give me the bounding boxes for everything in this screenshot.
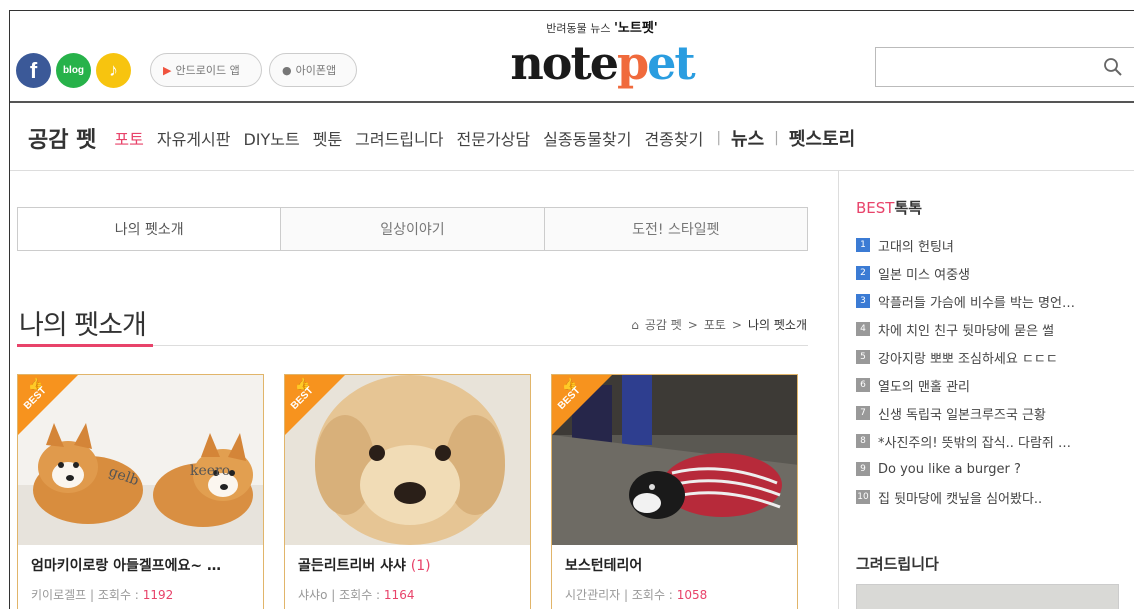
site-header: f blog ♪ ▶ 안드로이드 앱 ● 아이폰앱 반려동물 뉴스 '노트펫' … — [10, 11, 1134, 103]
page-frame: f blog ♪ ▶ 안드로이드 앱 ● 아이폰앱 반려동물 뉴스 '노트펫' … — [9, 10, 1134, 609]
list-item[interactable]: 1 고대의 헌팅녀 — [856, 231, 1124, 259]
facebook-icon[interactable]: f — [16, 53, 51, 88]
right-sidebar: BEST톡톡 1 고대의 헌팅녀 2 일본 미스 여중생 3 악플러들 가슴에 비수를… — [838, 171, 1134, 609]
breadcrumb-separator: > — [731, 317, 742, 332]
card-title[interactable]: 엄마키이로랑 아들겔프에요~ … — [31, 555, 221, 575]
nav-item-draw[interactable]: 그려드립니다 — [355, 126, 443, 150]
card-title[interactable]: 보스턴테리어 — [565, 555, 642, 575]
card-views: 1058 — [676, 588, 708, 602]
blog-icon[interactable]: blog — [56, 53, 91, 88]
nav-item-missing[interactable]: 실종동물찾기 — [543, 126, 631, 150]
card-image[interactable]: gelb keero 👍 BEST — [18, 375, 263, 545]
logo-tagline: 반려동물 뉴스 '노트펫' — [546, 21, 658, 36]
tab-style-pet[interactable]: 도전! 스타일펫 — [544, 208, 807, 250]
card-title[interactable]: 골든리트리버 샤샤 (1) — [298, 555, 431, 575]
photo-card[interactable]: gelb keero 👍 BEST 엄마키이로랑 아들겔프에요~ … 키이로겔프… — [17, 374, 264, 609]
rank-badge: 3 — [856, 294, 870, 308]
list-item[interactable]: 8 *사진주의! 뜻밖의 잡식.. 다람쥐 … — [856, 427, 1124, 455]
site-logo[interactable]: 반려동물 뉴스 '노트펫' notepet — [492, 17, 712, 88]
nav-item-breed[interactable]: 견종찾기 — [644, 126, 703, 150]
apple-icon: ● — [282, 63, 292, 77]
kakao-story-icon[interactable]: ♪ — [96, 53, 131, 88]
breadcrumb-item[interactable]: 포토 — [704, 316, 726, 333]
search-button[interactable] — [1092, 48, 1134, 86]
card-views: 1192 — [142, 588, 174, 602]
card-image[interactable]: 👍 BEST — [552, 375, 797, 545]
breadcrumb-item[interactable]: 공감 펫 — [645, 316, 682, 333]
page-title: 나의 펫소개 — [19, 310, 147, 341]
photo-card[interactable]: 👍 BEST 보스턴테리어 시간관리자 | 조회수 : 1058 — [551, 374, 798, 609]
list-item[interactable]: 2 일본 미스 여중생 — [856, 259, 1124, 287]
list-item[interactable]: 6 열도의 맨홀 관리 — [856, 371, 1124, 399]
list-item[interactable]: 4 차에 치인 친구 뒷마당에 묻은 썰 — [856, 315, 1124, 343]
nav-separator: | — [716, 129, 722, 146]
rank-badge: 9 — [856, 462, 870, 476]
card-meta: 샤샤o | 조회수 : 1164 — [298, 588, 415, 602]
list-item[interactable]: 10 집 뒷마당에 캣닢을 심어봤다.. — [856, 483, 1124, 511]
nav-item-photo[interactable]: 포토 — [114, 126, 143, 150]
list-item[interactable]: 3 악플러들 가슴에 비수를 박는 명언… — [856, 287, 1124, 315]
card-meta: 시간관리자 | 조회수 : 1058 — [565, 588, 708, 602]
search-icon — [1104, 58, 1122, 76]
breadcrumb-separator: > — [687, 317, 698, 332]
rank-badge: 4 — [856, 322, 870, 336]
nav-news[interactable]: 뉴스 — [731, 125, 764, 151]
card-image[interactable]: 👍 BEST — [285, 375, 530, 545]
list-item[interactable]: 7 신생 독립국 일본크루즈국 근황 — [856, 399, 1124, 427]
play-icon: ▶ — [163, 63, 172, 77]
nav-item-consult[interactable]: 전문가상담 — [457, 126, 531, 150]
iphone-app-button[interactable]: ● 아이폰앱 — [269, 53, 357, 87]
draw-thumbnail[interactable] — [856, 584, 1119, 609]
title-underline — [17, 344, 153, 347]
rank-badge: 7 — [856, 406, 870, 420]
nav-item-board[interactable]: 자유게시판 — [157, 126, 231, 150]
photo-card[interactable]: 👍 BEST 골든리트리버 샤샤 (1) 샤샤o | 조회수 : 1164 — [284, 374, 531, 609]
card-meta: 키이로겔프 | 조회수 : 1192 — [31, 588, 174, 602]
tab-daily[interactable]: 일상이야기 — [281, 208, 545, 250]
rank-badge: 2 — [856, 266, 870, 280]
card-views: 1164 — [383, 588, 415, 602]
android-app-button[interactable]: ▶ 안드로이드 앱 — [150, 53, 262, 87]
rank-badge: 5 — [856, 350, 870, 364]
best-talk-list: 1 고대의 헌팅녀 2 일본 미스 여중생 3 악플러들 가슴에 비수를 박는 명언…… — [856, 231, 1124, 511]
nav-separator: | — [774, 129, 779, 146]
home-icon: ⌂ — [631, 317, 639, 332]
best-talk-title: BEST톡톡 — [856, 199, 923, 217]
breadcrumb-current: 나의 펫소개 — [747, 318, 807, 332]
draw-section-title: 그려드립니다 — [856, 555, 939, 573]
search-input[interactable] — [876, 48, 1092, 86]
rank-badge: 1 — [856, 238, 870, 252]
search-box — [875, 47, 1134, 87]
list-item[interactable]: 5 강아지랑 뽀뽀 조심하세요 ㄷㄷㄷ — [856, 343, 1124, 371]
android-app-label: 안드로이드 앱 — [175, 64, 240, 77]
logo-wordmark: notepet — [510, 36, 695, 90]
comment-count: (1) — [410, 558, 431, 574]
svg-text:keero: keero — [190, 463, 230, 479]
rank-badge: 10 — [856, 490, 870, 504]
nav-item-diy[interactable]: DIY노트 — [243, 126, 299, 150]
nav-item-toon[interactable]: 펫툰 — [313, 126, 342, 150]
card-author: 샤샤o — [298, 588, 328, 602]
list-item[interactable]: 9 Do you like a burger ? — [856, 455, 1124, 483]
breadcrumb: ⌂ 공감 펫 > 포토 > 나의 펫소개 — [631, 316, 807, 333]
rank-badge: 8 — [856, 434, 870, 448]
nav-story[interactable]: 펫스토리 — [789, 125, 855, 151]
sns-links: f blog ♪ — [16, 53, 131, 88]
card-author: 시간관리자 — [565, 588, 621, 602]
sub-tabs: 나의 펫소개 일상이야기 도전! 스타일펫 — [17, 207, 808, 251]
nav-brand[interactable]: 공감 펫 — [28, 122, 96, 154]
iphone-app-label: 아이폰앱 — [295, 64, 337, 77]
main-nav: 공감 펫 포토 자유게시판 DIY노트 펫툰 그려드립니다 전문가상담 실종동물… — [10, 105, 1134, 171]
card-author: 키이로겔프 — [31, 588, 87, 602]
rank-badge: 6 — [856, 378, 870, 392]
tab-my-pet[interactable]: 나의 펫소개 — [18, 208, 282, 250]
